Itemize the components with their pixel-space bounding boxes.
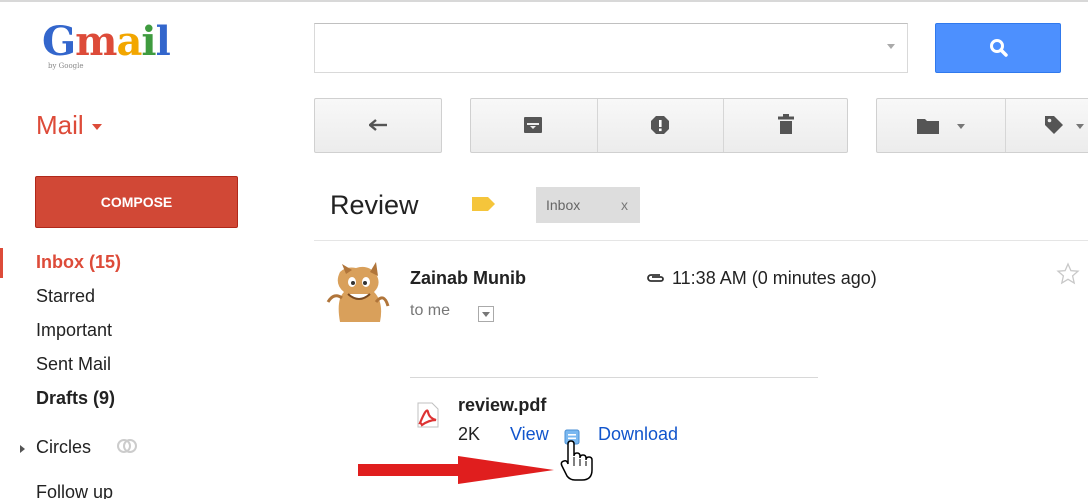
sidebar-item-circles[interactable]: Circles	[36, 437, 137, 458]
message-divider	[314, 240, 1088, 241]
top-border	[0, 0, 1088, 2]
gmail-logo-text: Gmail	[42, 18, 171, 65]
avatar[interactable]	[326, 262, 390, 324]
sidebar-item-follow-up[interactable]: Follow up	[36, 482, 113, 499]
circles-icon	[117, 439, 137, 453]
expand-caret-icon[interactable]	[20, 445, 25, 453]
mail-menu-label: Mail	[36, 110, 84, 140]
mail-menu[interactable]: Mail	[36, 110, 102, 141]
sidebar-item-starred[interactable]: Starred	[36, 286, 95, 307]
archive-icon	[524, 117, 542, 133]
action-button-group	[470, 98, 848, 153]
reply-button[interactable]	[314, 98, 442, 153]
attachment-view-link[interactable]: View	[510, 424, 549, 445]
show-details-dropdown[interactable]	[478, 306, 494, 322]
pdf-file-icon	[417, 402, 439, 428]
search-input[interactable]	[314, 23, 908, 73]
sender-name[interactable]: Zainab Munib	[410, 268, 526, 289]
attachment-download-link[interactable]: Download	[598, 424, 678, 445]
sidebar-item-important[interactable]: Important	[36, 320, 112, 341]
archive-button[interactable]	[471, 99, 597, 152]
labels-button[interactable]	[1006, 99, 1088, 152]
move-to-button[interactable]	[877, 99, 1005, 152]
recipient-text: to me	[410, 302, 451, 319]
gmail-logo[interactable]: Gmail by Google	[42, 20, 171, 76]
sidebar-item-inbox[interactable]: Inbox (15)	[36, 252, 121, 273]
chevron-down-icon	[957, 124, 965, 129]
star-icon[interactable]	[1056, 262, 1080, 286]
report-spam-icon	[651, 116, 669, 134]
search-icon	[990, 39, 1008, 57]
delete-button[interactable]	[724, 99, 849, 152]
organize-button-group	[876, 98, 1088, 153]
sidebar-item-sent-mail[interactable]: Sent Mail	[36, 354, 111, 375]
important-marker-icon[interactable]	[472, 197, 496, 211]
label-chip-text: Inbox	[546, 197, 581, 213]
inbox-label-chip: Inbox x	[536, 187, 640, 223]
report-spam-button[interactable]	[598, 99, 723, 152]
attachment-divider	[410, 377, 818, 378]
attachment-name: review.pdf	[458, 395, 547, 415]
chevron-down-icon	[91, 124, 102, 131]
active-nav-indicator	[0, 248, 3, 278]
message-time: 11:38 AM (0 minutes ago)	[672, 268, 877, 288]
remove-label-button[interactable]: x	[621, 187, 628, 223]
message-subject: Review	[330, 190, 419, 220]
search-options-chevron-icon[interactable]	[887, 44, 895, 49]
attachment-size: 2K	[458, 424, 481, 444]
label-tag-icon	[1045, 116, 1063, 134]
folder-icon	[917, 119, 939, 134]
gmail-logo-subtext: by Google	[48, 62, 84, 70]
chevron-down-icon	[1076, 124, 1084, 129]
sidebar-item-label: Circles	[36, 437, 92, 457]
paperclip-icon	[647, 274, 664, 282]
reply-icon	[369, 119, 387, 131]
search-button[interactable]	[935, 23, 1061, 73]
hand-pointer-cursor-icon	[560, 440, 593, 481]
red-annotation-arrow	[358, 456, 554, 484]
compose-button[interactable]: COMPOSE	[35, 176, 238, 228]
sidebar-item-drafts[interactable]: Drafts (9)	[36, 388, 115, 409]
trash-icon	[778, 114, 794, 134]
